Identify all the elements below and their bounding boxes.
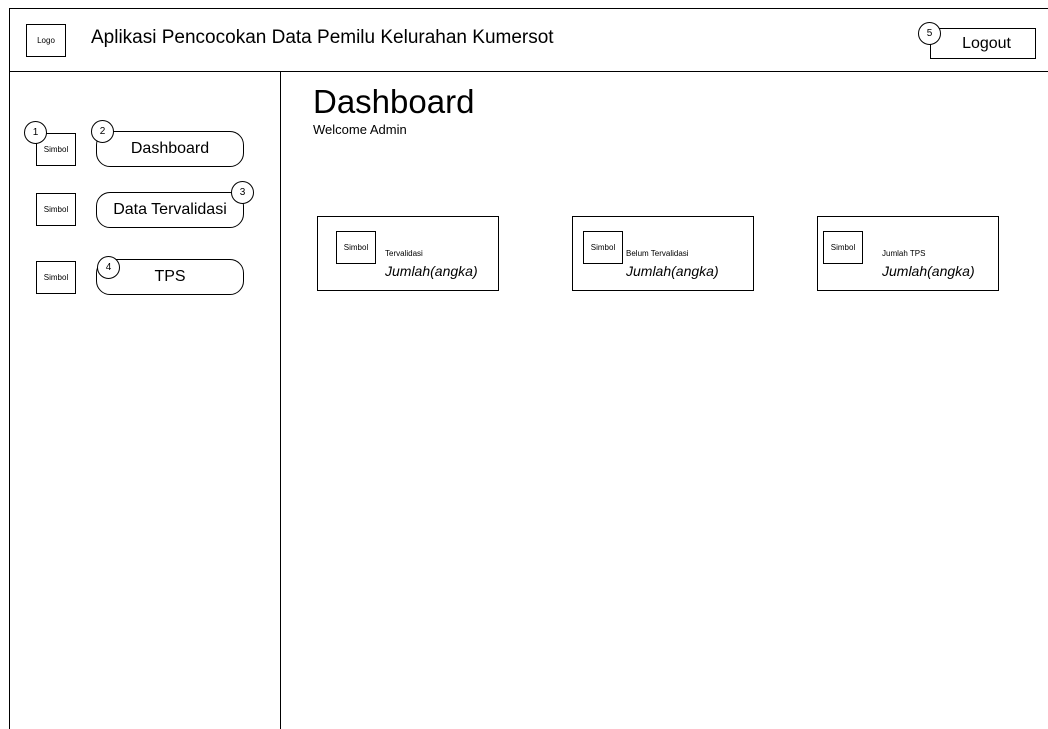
stat-card-jumlah-tps: Simbol Jumlah TPS Jumlah(angka) bbox=[817, 216, 999, 291]
annotation-marker-1: 1 bbox=[24, 121, 47, 144]
sidebar-divider bbox=[280, 71, 281, 729]
stat-card-tervalidasi: Simbol Tervalidasi Jumlah(angka) bbox=[317, 216, 499, 291]
card-value: Jumlah(angka) bbox=[626, 263, 719, 279]
app-title: Aplikasi Pencocokan Data Pemilu Keluraha… bbox=[91, 27, 554, 48]
data-tervalidasi-symbol-icon: Simbol bbox=[36, 193, 76, 226]
annotation-marker-4: 4 bbox=[97, 256, 120, 279]
sidebar-item-label: Dashboard bbox=[130, 140, 210, 157]
logout-label: Logout bbox=[962, 34, 1011, 52]
sidebar-item-data-tervalidasi[interactable]: Data Tervalidasi bbox=[96, 192, 244, 228]
welcome-text: Welcome Admin bbox=[313, 122, 407, 137]
belum-tervalidasi-symbol-icon: Simbol bbox=[583, 231, 623, 264]
card-value: Jumlah(angka) bbox=[882, 263, 975, 279]
annotation-marker-2: 2 bbox=[91, 120, 114, 143]
logo: Logo bbox=[26, 24, 66, 57]
tervalidasi-symbol-icon: Simbol bbox=[336, 231, 376, 264]
logout-button[interactable]: Logout bbox=[930, 28, 1036, 59]
card-label: Jumlah TPS bbox=[882, 249, 926, 258]
card-value: Jumlah(angka) bbox=[385, 263, 478, 279]
card-label: Tervalidasi bbox=[385, 249, 423, 258]
annotation-marker-3: 3 bbox=[231, 181, 254, 204]
card-label: Belum Tervalidasi bbox=[626, 249, 689, 258]
sidebar-item-label: TPS bbox=[154, 268, 186, 285]
jumlah-tps-symbol-icon: Simbol bbox=[823, 231, 863, 264]
tps-symbol-icon: Simbol bbox=[36, 261, 76, 294]
stat-card-belum-tervalidasi: Simbol Belum Tervalidasi Jumlah(angka) bbox=[572, 216, 754, 291]
page-title: Dashboard bbox=[313, 83, 475, 120]
annotation-marker-5: 5 bbox=[918, 22, 941, 45]
sidebar-item-dashboard[interactable]: Dashboard bbox=[96, 131, 244, 167]
sidebar-item-label: Data Tervalidasi bbox=[113, 201, 227, 218]
header-divider bbox=[9, 71, 1048, 72]
app-frame bbox=[9, 8, 1048, 729]
